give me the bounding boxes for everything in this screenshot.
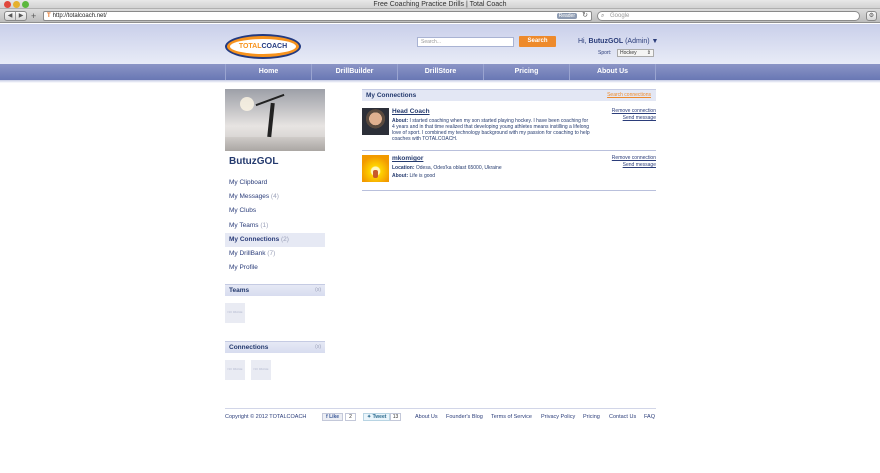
browser-toolbar: ◀ ▶ + Thttp://totalcoach.net/ Reader ↻ ⌕…	[0, 9, 880, 23]
close-window-button[interactable]	[4, 1, 11, 8]
nav-home[interactable]: Home	[225, 64, 311, 80]
team-placeholder-image[interactable]: NO IMAGE	[225, 303, 245, 323]
like-count: 2	[345, 413, 356, 421]
window-titlebar: Free Coaching Practice Drills | Total Co…	[0, 0, 880, 9]
footer-link-founders-blog[interactable]: Founder's Blog	[446, 414, 483, 420]
back-icon[interactable]: ◀	[5, 12, 15, 20]
connection-name[interactable]: Head Coach	[392, 108, 430, 115]
connection-name[interactable]: mkomigor	[392, 155, 423, 162]
menu-my-drillbank[interactable]: My DrillBank (7)	[225, 247, 325, 261]
browser-search-placeholder: Google	[610, 13, 630, 19]
twitter-icon: ✦	[367, 414, 372, 420]
connection-placeholder-image[interactable]: NO IMAGE	[251, 360, 271, 380]
zoom-window-button[interactable]	[22, 1, 29, 8]
connection-about: About: I started coaching when my son st…	[392, 118, 590, 142]
profile-menu: My Clipboard My Messages (4) My Clubs My…	[225, 176, 325, 275]
nav-pricing[interactable]: Pricing	[483, 64, 569, 80]
greeting: Hi,	[578, 38, 587, 45]
avatar[interactable]	[362, 155, 389, 182]
connections-title: My Connections	[366, 92, 417, 99]
menu-my-messages[interactable]: My Messages (4)	[225, 190, 325, 204]
facebook-icon: f	[326, 414, 328, 420]
footer-link-faq[interactable]: FAQ	[644, 414, 655, 420]
tweet-count: 13	[390, 413, 401, 421]
profile-photo[interactable]	[225, 89, 325, 151]
menu-my-clubs[interactable]: My Clubs	[225, 204, 325, 218]
remove-connection-link[interactable]: Remove connection	[612, 155, 656, 161]
connections-box-title: Connections	[229, 344, 269, 351]
nav-drillstore[interactable]: DrillStore	[397, 64, 483, 80]
browser-search-field[interactable]: ⌕ Google	[597, 11, 860, 21]
menu-my-clipboard[interactable]: My Clipboard	[225, 176, 325, 190]
entry-divider	[362, 190, 656, 191]
search-icon: ⌕	[601, 13, 605, 19]
send-message-link[interactable]: Send message	[623, 162, 656, 168]
url-text: http://totalcoach.net/	[52, 13, 107, 19]
footer-link-terms[interactable]: Terms of Service	[491, 414, 532, 420]
address-bar[interactable]: Thttp://totalcoach.net/ Reader ↻	[43, 11, 592, 21]
copyright: Copyright © 2012 TOTALCOACH	[225, 414, 307, 420]
reload-icon[interactable]: ↻	[582, 12, 588, 20]
logo-text: TOTALCOACH	[230, 39, 296, 54]
connection-location: Location: Odesa, Odes'ka oblast 65000, U…	[392, 165, 502, 171]
favicon-icon: T	[47, 13, 51, 19]
gear-icon[interactable]: ⚙	[866, 11, 877, 21]
footer-link-privacy[interactable]: Privacy Policy	[541, 414, 575, 420]
history-buttons: ◀ ▶	[4, 11, 27, 21]
entry-divider	[362, 150, 656, 151]
search-connections-link[interactable]: Search connections	[607, 90, 651, 101]
connection-about: About: Life is good	[392, 173, 436, 179]
connections-box-header: Connections (x)	[225, 341, 325, 353]
menu-my-teams[interactable]: My Teams (1)	[225, 219, 325, 233]
teams-title: Teams	[229, 287, 250, 294]
totalcoach-logo[interactable]: TOTALCOACH	[225, 34, 301, 59]
sport-label: Sport:	[598, 50, 612, 56]
teams-box-control[interactable]: (x)	[315, 285, 321, 296]
profile-name: ButuzGOL	[229, 156, 279, 167]
site-search-input[interactable]: Search...	[417, 37, 514, 47]
send-message-link[interactable]: Send message	[623, 115, 656, 121]
connection-placeholder-image[interactable]: NO IMAGE	[225, 360, 245, 380]
forward-icon[interactable]: ▶	[15, 12, 26, 20]
connections-box-control[interactable]: (x)	[315, 342, 321, 353]
footer-link-about-us[interactable]: About Us	[415, 414, 438, 420]
select-arrows-icon: ⇕	[646, 50, 651, 56]
menu-my-profile[interactable]: My Profile	[225, 261, 325, 275]
minimize-window-button[interactable]	[13, 1, 20, 8]
avatar[interactable]	[362, 108, 389, 135]
remove-connection-link[interactable]: Remove connection	[612, 108, 656, 114]
sport-select[interactable]: Hockey ⇕	[617, 49, 654, 57]
teams-box-header: Teams (x)	[225, 284, 325, 296]
footer-divider	[225, 408, 656, 409]
connection-entry: Head Coach About: I started coaching whe…	[362, 108, 656, 148]
facebook-like-button[interactable]: f Like	[322, 413, 344, 421]
reader-button[interactable]: Reader	[556, 13, 577, 19]
sport-value: Hockey	[620, 50, 637, 56]
user-role: (Admin) ▼	[625, 38, 659, 45]
header-username: ButuzGOL	[588, 38, 624, 45]
menu-my-connections[interactable]: My Connections (2)	[225, 232, 325, 247]
nav-drillbuilder[interactable]: DrillBuilder	[311, 64, 397, 80]
main-navigation: Home DrillBuilder DrillStore Pricing Abo…	[0, 64, 880, 80]
user-menu[interactable]: Hi, ButuzGOL (Admin) ▼	[578, 38, 658, 45]
nav-shadow	[0, 80, 880, 83]
connection-entry: mkomigor Location: Odesa, Odes'ka oblast…	[362, 155, 656, 185]
footer-link-pricing[interactable]: Pricing	[583, 414, 600, 420]
tweet-button[interactable]: ✦ Tweet	[363, 413, 391, 421]
connections-header: My Connections Search connections	[362, 89, 656, 101]
footer-link-contact[interactable]: Contact Us	[609, 414, 636, 420]
window-title: Free Coaching Practice Drills | Total Co…	[373, 1, 507, 8]
search-button[interactable]: Search	[519, 36, 556, 47]
nav-about-us[interactable]: About Us	[569, 64, 656, 80]
add-bookmark-icon[interactable]: +	[31, 12, 40, 21]
